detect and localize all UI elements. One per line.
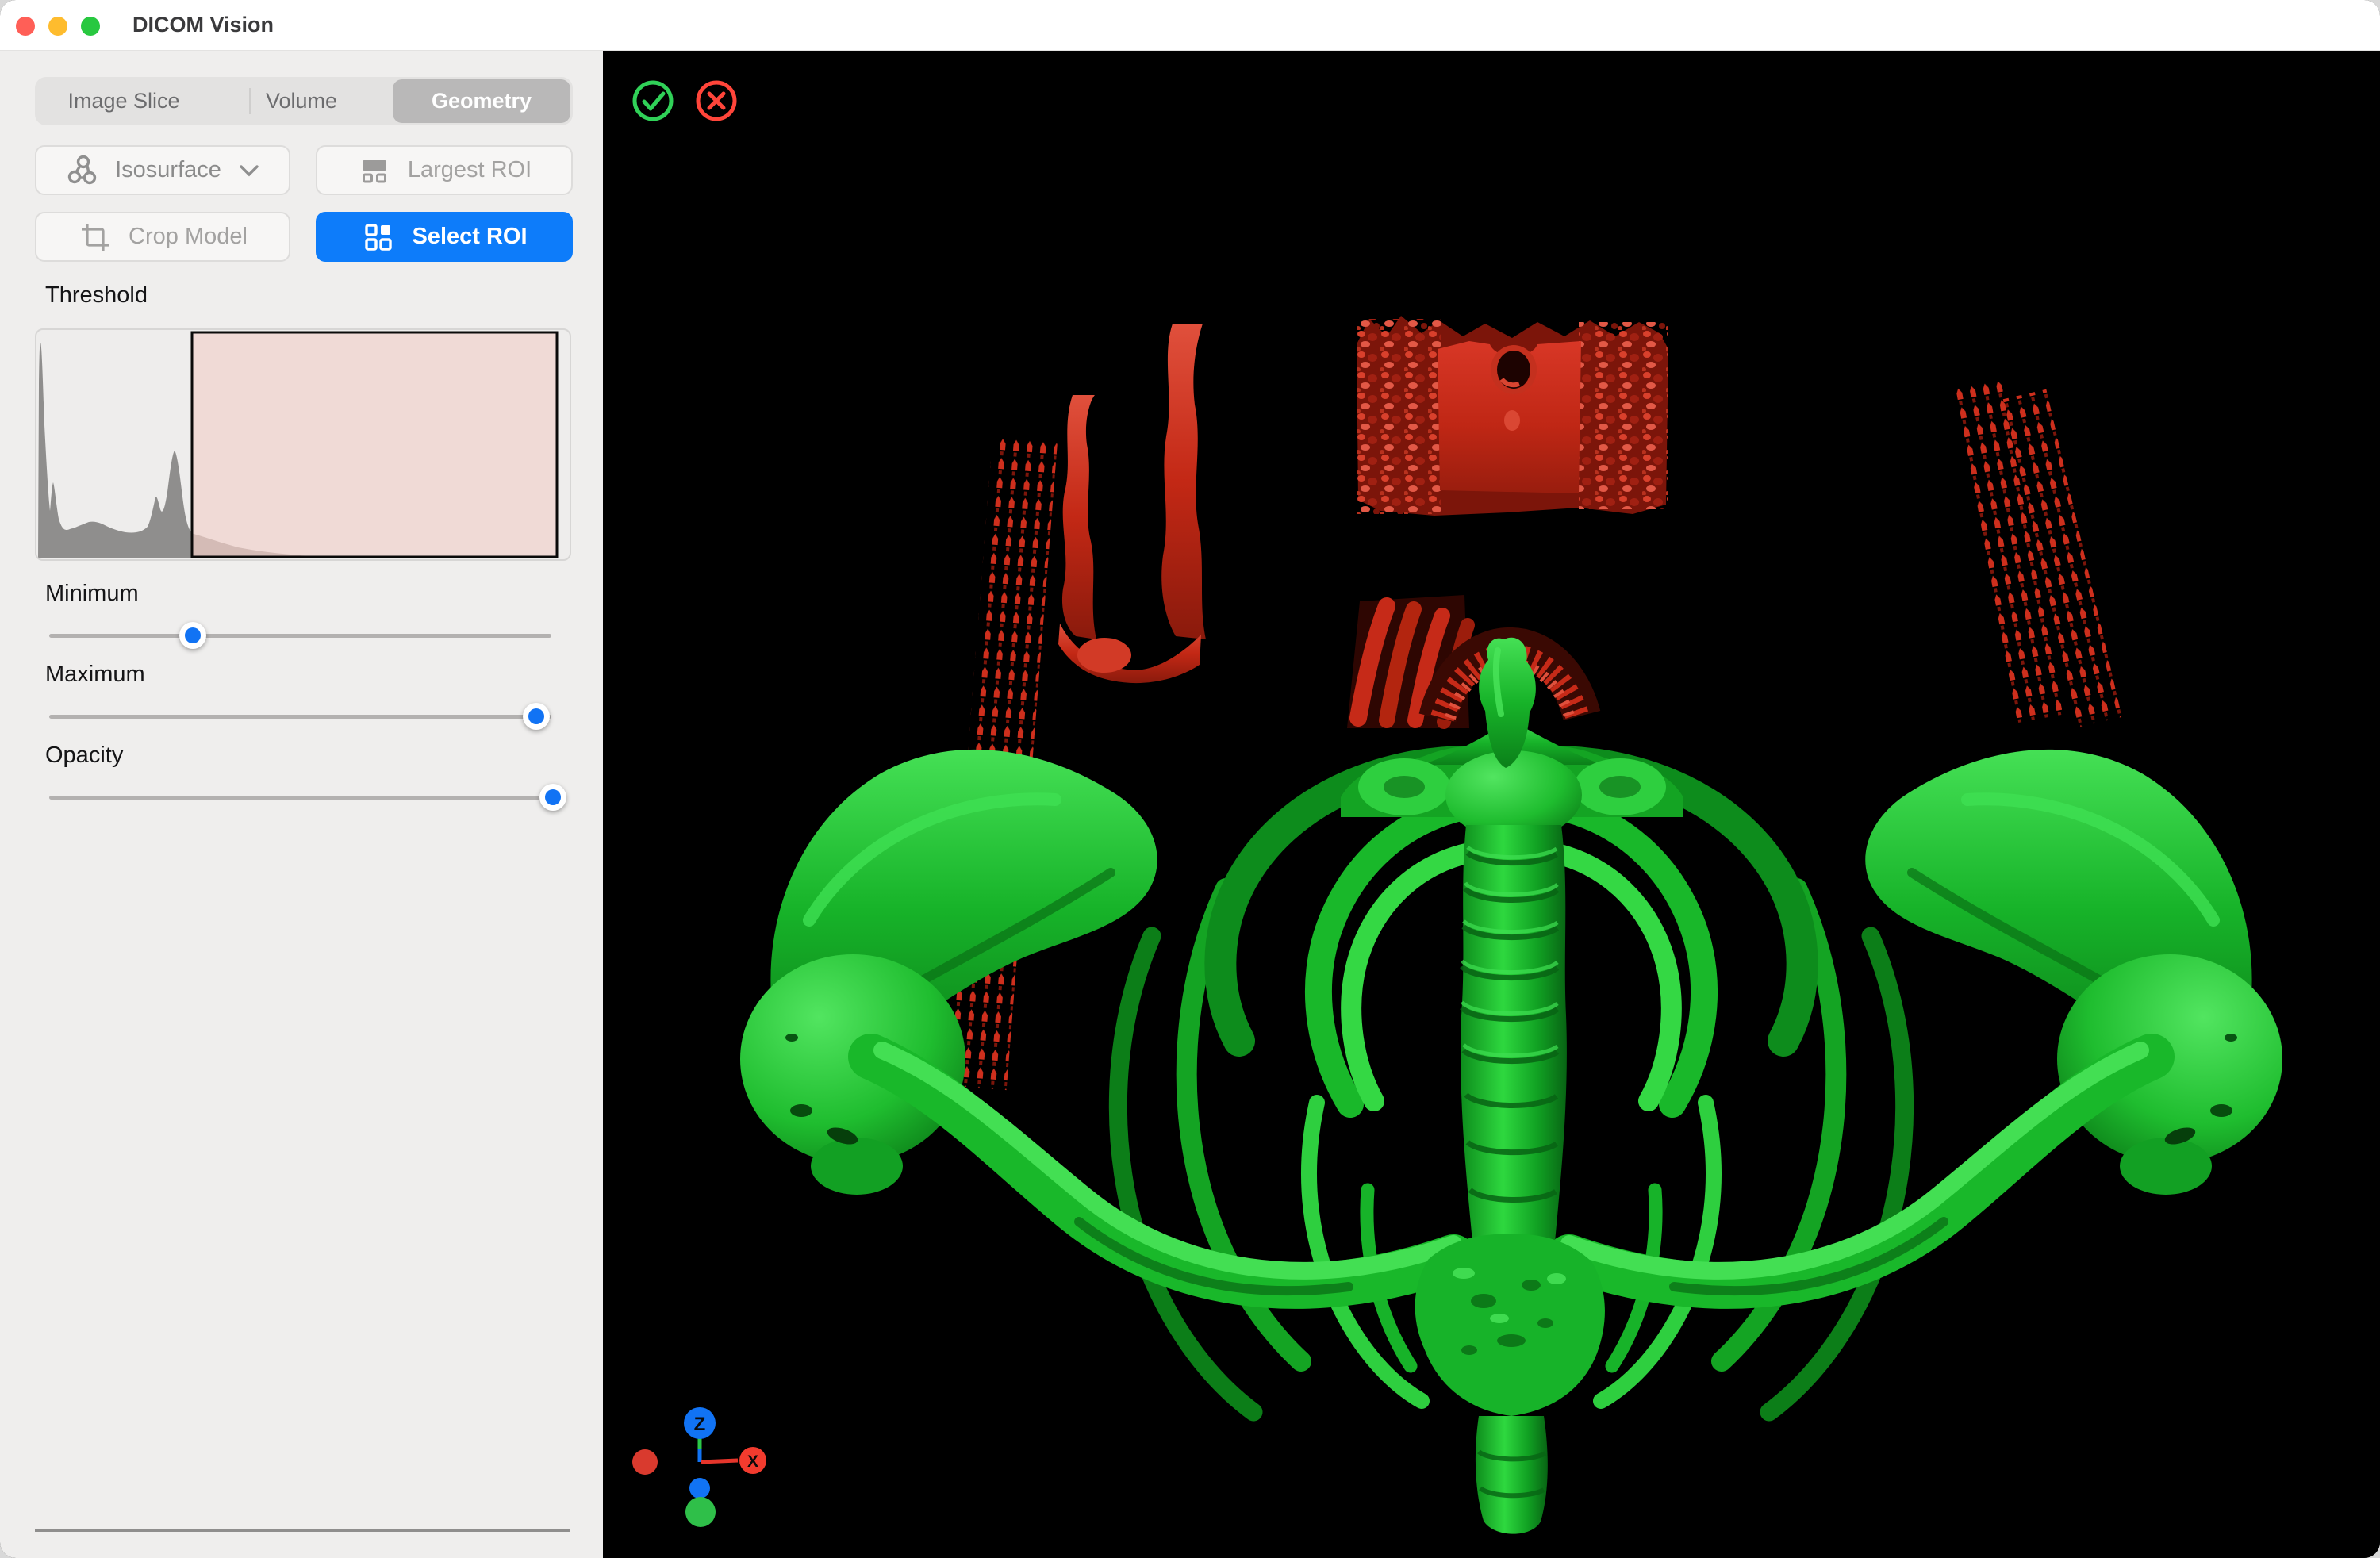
isosurface-label: Isosurface <box>115 157 221 183</box>
tab-volume[interactable]: Volume <box>213 77 390 125</box>
select-roi-label: Select ROI <box>412 224 527 250</box>
axis-orientation-widget[interactable]: Z X <box>632 1407 766 1527</box>
histogram-curve <box>38 343 191 558</box>
render-viewport[interactable]: Z X <box>603 50 2380 1558</box>
minimum-label: Minimum <box>45 581 139 607</box>
close-window-button[interactable] <box>16 17 35 36</box>
tab-image-slice[interactable]: Image Slice <box>35 77 213 125</box>
sternum-body <box>1476 1416 1548 1534</box>
minimum-slider-track[interactable] <box>49 634 551 638</box>
maximum-slider-thumb[interactable] <box>523 703 550 730</box>
chevron-down-icon <box>237 163 261 178</box>
maximum-label: Maximum <box>45 662 145 688</box>
confirm-button[interactable] <box>635 83 671 119</box>
axis-z-label: Z <box>694 1414 706 1435</box>
axis-ball-neg-z[interactable] <box>689 1478 710 1499</box>
app-window: DICOM Vision Image Slice Volume Geometry… <box>0 0 2380 1558</box>
minimum-slider-thumb[interactable] <box>179 622 206 649</box>
zoom-window-button[interactable] <box>81 17 100 36</box>
threshold-selection[interactable] <box>192 332 557 557</box>
maximum-slider-track[interactable] <box>49 715 551 719</box>
crop-model-label: Crop Model <box>129 224 248 250</box>
histogram-plot <box>36 330 570 559</box>
render-canvas[interactable]: Z X <box>603 50 2380 1558</box>
opacity-slider-track[interactable] <box>49 796 551 800</box>
x-icon <box>709 94 724 108</box>
select-roi-icon <box>361 220 396 255</box>
window-title: DICOM Vision <box>132 0 274 50</box>
axis-x-label: X <box>747 1452 758 1471</box>
crop-model-button[interactable]: Crop Model <box>35 212 290 262</box>
threshold-label: Threshold <box>45 282 148 309</box>
opacity-label: Opacity <box>45 743 123 769</box>
largest-roi-label: Largest ROI <box>408 157 532 183</box>
marker-block <box>1357 316 1668 516</box>
cancel-button[interactable] <box>698 83 735 119</box>
largest-roi-button[interactable]: Largest ROI <box>316 145 573 195</box>
axis-ball-neg-x[interactable] <box>632 1449 658 1475</box>
manubrium <box>1415 1234 1605 1416</box>
title-bar: DICOM Vision <box>0 0 2380 51</box>
mesh-nodes-icon <box>64 153 99 188</box>
bone-right-side <box>1549 750 2282 1412</box>
select-roi-button[interactable]: Select ROI <box>316 212 573 262</box>
view-mode-tabs: Image Slice Volume Geometry <box>35 77 573 125</box>
check-icon <box>644 94 663 109</box>
tab-divider <box>249 88 251 114</box>
sidebar-resize-divider[interactable] <box>35 1529 570 1532</box>
bone-left-side <box>740 750 1474 1412</box>
minimum-slider[interactable] <box>49 622 551 649</box>
marker-arch <box>1347 595 1582 728</box>
isosurface-dropdown[interactable]: Isosurface <box>35 145 290 195</box>
crop-icon <box>78 220 113 255</box>
sidebar: Image Slice Volume Geometry Isosurface <box>0 51 603 1558</box>
opacity-slider[interactable] <box>49 784 551 811</box>
threshold-histogram[interactable] <box>35 328 571 561</box>
axis-ball-y[interactable] <box>685 1497 716 1527</box>
tab-geometry[interactable]: Geometry <box>393 79 570 123</box>
u-marker <box>1058 324 1206 683</box>
opacity-slider-thumb[interactable] <box>539 784 566 811</box>
bone-center <box>1341 638 1683 1534</box>
maximum-slider[interactable] <box>49 703 551 730</box>
roi-layout-icon <box>357 153 392 188</box>
minimize-window-button[interactable] <box>48 17 67 36</box>
